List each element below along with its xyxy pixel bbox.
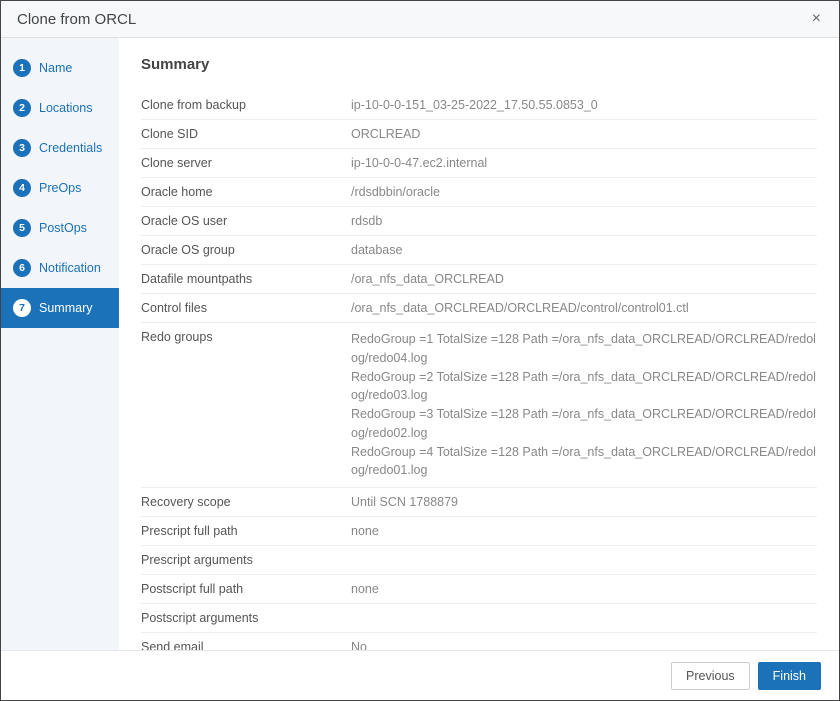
summary-row: Recovery scopeUntil SCN 1788879 bbox=[141, 488, 817, 517]
summary-row: Send emailNo bbox=[141, 633, 817, 650]
summary-label: Postscript arguments bbox=[141, 611, 351, 625]
summary-label: Control files bbox=[141, 301, 351, 315]
finish-button[interactable]: Finish bbox=[758, 662, 821, 690]
page-title: Summary bbox=[141, 56, 817, 73]
step-label: Credentials bbox=[39, 141, 102, 155]
summary-value: RedoGroup =1 TotalSize =128 Path =/ora_n… bbox=[351, 330, 817, 480]
dialog-footer: Previous Finish bbox=[1, 650, 839, 700]
summary-row: Clone serverip-10-0-0-47.ec2.internal bbox=[141, 149, 817, 178]
summary-label: Send email bbox=[141, 640, 351, 650]
summary-row: Oracle OS userrdsdb bbox=[141, 207, 817, 236]
step-number: 5 bbox=[13, 219, 31, 237]
summary-row: Clone from backupip-10-0-0-151_03-25-202… bbox=[141, 91, 817, 120]
summary-value: No bbox=[351, 640, 817, 650]
summary-value: /rdsdbbin/oracle bbox=[351, 185, 817, 199]
summary-value: database bbox=[351, 243, 817, 257]
step-postops[interactable]: 5 PostOps bbox=[1, 208, 119, 248]
step-credentials[interactable]: 3 Credentials bbox=[1, 128, 119, 168]
step-locations[interactable]: 2 Locations bbox=[1, 88, 119, 128]
summary-row: Prescript full pathnone bbox=[141, 517, 817, 546]
main-panel: Summary Clone from backupip-10-0-0-151_0… bbox=[119, 38, 839, 650]
titlebar: Clone from ORCL × bbox=[1, 1, 839, 38]
summary-value: ip-10-0-0-151_03-25-2022_17.50.55.0853_0 bbox=[351, 98, 817, 112]
dialog-body: 1 Name 2 Locations 3 Credentials 4 PreOp… bbox=[1, 38, 839, 650]
summary-value-line: RedoGroup =1 TotalSize =128 Path =/ora_n… bbox=[351, 330, 817, 368]
summary-value: ip-10-0-0-47.ec2.internal bbox=[351, 156, 817, 170]
wizard-sidebar: 1 Name 2 Locations 3 Credentials 4 PreOp… bbox=[1, 38, 119, 650]
step-number: 1 bbox=[13, 59, 31, 77]
step-notification[interactable]: 6 Notification bbox=[1, 248, 119, 288]
summary-label: Datafile mountpaths bbox=[141, 272, 351, 286]
step-label: Name bbox=[39, 61, 72, 75]
clone-dialog: Clone from ORCL × 1 Name 2 Locations 3 C… bbox=[0, 0, 840, 701]
previous-button[interactable]: Previous bbox=[671, 662, 750, 690]
summary-row: Prescript arguments bbox=[141, 546, 817, 575]
step-name[interactable]: 1 Name bbox=[1, 48, 119, 88]
summary-row: Postscript full pathnone bbox=[141, 575, 817, 604]
summary-row: Postscript arguments bbox=[141, 604, 817, 633]
summary-value: /ora_nfs_data_ORCLREAD bbox=[351, 272, 817, 286]
summary-row: Clone SIDORCLREAD bbox=[141, 120, 817, 149]
summary-label: Prescript full path bbox=[141, 524, 351, 538]
step-number: 6 bbox=[13, 259, 31, 277]
step-number: 4 bbox=[13, 179, 31, 197]
summary-table: Clone from backupip-10-0-0-151_03-25-202… bbox=[141, 91, 817, 650]
summary-label: Clone from backup bbox=[141, 98, 351, 112]
step-label: Notification bbox=[39, 261, 101, 275]
summary-label: Oracle home bbox=[141, 185, 351, 199]
summary-label: Oracle OS group bbox=[141, 243, 351, 257]
summary-row: Datafile mountpaths/ora_nfs_data_ORCLREA… bbox=[141, 265, 817, 294]
summary-label: Redo groups bbox=[141, 330, 351, 344]
summary-value: rdsdb bbox=[351, 214, 817, 228]
summary-row: Control files/ora_nfs_data_ORCLREAD/ORCL… bbox=[141, 294, 817, 323]
step-label: Locations bbox=[39, 101, 93, 115]
close-icon[interactable]: × bbox=[806, 9, 827, 29]
summary-label: Postscript full path bbox=[141, 582, 351, 596]
summary-value: ORCLREAD bbox=[351, 127, 817, 141]
summary-value: none bbox=[351, 582, 817, 596]
summary-value-line: RedoGroup =3 TotalSize =128 Path =/ora_n… bbox=[351, 405, 817, 443]
step-number: 7 bbox=[13, 299, 31, 317]
summary-value: Until SCN 1788879 bbox=[351, 495, 817, 509]
summary-value-line: RedoGroup =4 TotalSize =128 Path =/ora_n… bbox=[351, 443, 817, 481]
step-summary[interactable]: 7 Summary bbox=[1, 288, 119, 328]
step-label: PostOps bbox=[39, 221, 87, 235]
summary-label: Recovery scope bbox=[141, 495, 351, 509]
summary-value-line: RedoGroup =2 TotalSize =128 Path =/ora_n… bbox=[351, 368, 817, 406]
step-number: 2 bbox=[13, 99, 31, 117]
step-preops[interactable]: 4 PreOps bbox=[1, 168, 119, 208]
summary-value: none bbox=[351, 524, 817, 538]
summary-label: Clone SID bbox=[141, 127, 351, 141]
step-number: 3 bbox=[13, 139, 31, 157]
summary-row: Oracle OS groupdatabase bbox=[141, 236, 817, 265]
step-label: Summary bbox=[39, 301, 92, 315]
step-label: PreOps bbox=[39, 181, 81, 195]
summary-row: Redo groupsRedoGroup =1 TotalSize =128 P… bbox=[141, 323, 817, 488]
summary-label: Oracle OS user bbox=[141, 214, 351, 228]
summary-label: Prescript arguments bbox=[141, 553, 351, 567]
summary-row: Oracle home/rdsdbbin/oracle bbox=[141, 178, 817, 207]
summary-value: /ora_nfs_data_ORCLREAD/ORCLREAD/control/… bbox=[351, 301, 817, 315]
dialog-title: Clone from ORCL bbox=[17, 11, 136, 28]
summary-label: Clone server bbox=[141, 156, 351, 170]
